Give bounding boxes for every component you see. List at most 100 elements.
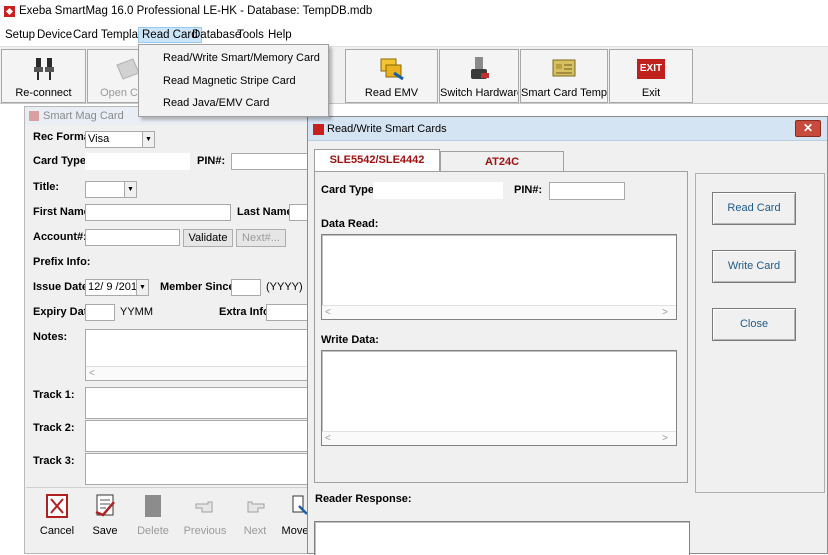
- notes-label: Notes:: [33, 331, 68, 343]
- cancel-button[interactable]: Cancel: [34, 492, 80, 540]
- notes-scrollbar[interactable]: <: [86, 366, 316, 380]
- rec-format-value: Visa: [88, 133, 110, 145]
- toolbar: Re-connect Open Card Read EMV Switch Har…: [0, 46, 828, 104]
- reconnect-button[interactable]: Re-connect: [1, 49, 86, 103]
- write-data-scrollbar[interactable]: < >: [322, 431, 676, 445]
- rec-format-select[interactable]: Visa ▼: [85, 131, 155, 148]
- track1-label: Track 1:: [33, 389, 75, 401]
- save-icon: [95, 494, 115, 517]
- track3-input[interactable]: [85, 453, 317, 485]
- menu-read-write-smart-card[interactable]: Read/Write Smart/Memory Card: [163, 49, 320, 67]
- reconnect-label: Re-connect: [15, 87, 72, 99]
- write-card-button[interactable]: Write Card: [712, 250, 796, 283]
- cancel-icon: [46, 494, 68, 518]
- issue-date-picker[interactable]: 12/ 9 /2015 ▼: [85, 279, 149, 296]
- card-type-field: [85, 153, 190, 170]
- switch-hardware-button[interactable]: Switch Hardware: [439, 49, 519, 103]
- save-button[interactable]: Save: [82, 492, 128, 540]
- member-since-hint: (YYYY): [266, 281, 303, 293]
- track3-label: Track 3:: [33, 455, 75, 467]
- write-data-label: Write Data:: [321, 334, 379, 346]
- scroll-left-icon[interactable]: <: [89, 367, 95, 380]
- card-type-label: Card Type:: [321, 184, 378, 196]
- hand-right-icon: [247, 501, 265, 513]
- pin-input[interactable]: [549, 182, 625, 200]
- record-actions-bar: Cancel Save Delete Previous Next Move: [26, 487, 314, 553]
- validate-button[interactable]: Validate: [183, 229, 233, 247]
- menu-setup[interactable]: Setup: [2, 27, 38, 43]
- reader-response-label: Reader Response:: [315, 493, 412, 505]
- tab-at24c[interactable]: AT24C: [440, 151, 564, 172]
- member-since-input[interactable]: [231, 279, 261, 296]
- pin-label: PIN#:: [197, 155, 226, 167]
- expiry-date-input[interactable]: [85, 304, 115, 321]
- data-read-label: Data Read:: [321, 218, 379, 230]
- window-title: Exeba SmartMag 16.0 Professional LE-HK -…: [19, 5, 373, 17]
- chevron-down-icon[interactable]: ▼: [124, 182, 136, 197]
- title-select[interactable]: ▼: [85, 181, 137, 198]
- plug-icon: [33, 58, 54, 80]
- track2-label: Track 2:: [33, 422, 75, 434]
- reader-response-textarea[interactable]: [314, 521, 690, 555]
- menu-device[interactable]: Device: [34, 27, 75, 43]
- title-label: Title:: [33, 181, 60, 193]
- menu-tools[interactable]: Tools: [234, 27, 267, 43]
- delete-icon: [145, 495, 161, 517]
- hand-left-icon: [195, 501, 213, 513]
- card-type-field: [373, 182, 503, 199]
- next-number-button[interactable]: Next#...: [236, 229, 286, 247]
- previous-label: Previous: [183, 525, 227, 537]
- next-record-button[interactable]: Next: [232, 492, 278, 540]
- calendar-dropdown-icon[interactable]: ▼: [136, 280, 148, 295]
- close-icon[interactable]: ✕: [795, 120, 821, 137]
- menu-read-magnetic-stripe-card[interactable]: Read Magnetic Stripe Card: [163, 72, 296, 90]
- title-bar: Exeba SmartMag 16.0 Professional LE-HK -…: [0, 0, 828, 26]
- data-read-textarea[interactable]: < >: [321, 234, 677, 320]
- read-emv-button[interactable]: Read EMV: [345, 49, 438, 103]
- smart-mag-card-window: Smart Mag Card Rec Format: Visa ▼ Card T…: [24, 106, 321, 554]
- issue-date-label: Issue Date:: [33, 281, 92, 293]
- account-label: Account#:: [33, 231, 87, 243]
- scroll-left-icon[interactable]: <: [325, 432, 331, 445]
- write-data-textarea[interactable]: < >: [321, 350, 677, 446]
- action-button-panel: Read Card Write Card Close: [695, 173, 825, 493]
- card-type-label: Card Type:: [33, 155, 90, 167]
- scroll-right-icon[interactable]: >: [662, 432, 668, 445]
- expiry-hint: YYMM: [120, 306, 153, 318]
- exit-button[interactable]: EXIT Exit: [609, 49, 693, 103]
- menu-read-java-emv-card[interactable]: Read Java/EMV Card: [163, 94, 269, 112]
- track2-input[interactable]: [85, 420, 317, 452]
- tab-sle5542[interactable]: SLE5542/SLE4442: [314, 149, 440, 172]
- smart-card-template-icon: [552, 59, 576, 77]
- dialog-title: Read/Write Smart Cards: [327, 123, 447, 135]
- read-write-smart-cards-dialog: Read/Write Smart Cards ✕ SLE5542/SLE4442…: [307, 116, 828, 555]
- open-card-icon: [116, 58, 140, 80]
- member-since-label: Member Since:: [160, 281, 239, 293]
- account-input[interactable]: [85, 229, 180, 246]
- read-emv-icon: [380, 58, 404, 81]
- chevron-down-icon[interactable]: ▼: [142, 132, 154, 147]
- read-card-button[interactable]: Read Card: [712, 192, 796, 225]
- scroll-left-icon[interactable]: <: [325, 306, 331, 319]
- window-icon: [29, 111, 39, 121]
- smart-card-template-label: Smart Card Template: [521, 87, 607, 99]
- last-name-label: Last Name:: [237, 206, 297, 218]
- first-name-input[interactable]: [85, 204, 231, 221]
- data-read-scrollbar[interactable]: < >: [322, 305, 676, 319]
- dialog-titlebar: Read/Write Smart Cards ✕: [308, 117, 827, 141]
- smart-card-template-button[interactable]: Smart Card Template: [520, 49, 608, 103]
- previous-button[interactable]: Previous: [182, 492, 228, 540]
- notes-textarea[interactable]: <: [85, 329, 317, 381]
- smart-mag-card-title: Smart Mag Card: [43, 110, 124, 122]
- pin-label: PIN#:: [514, 184, 543, 196]
- delete-label: Delete: [137, 525, 169, 537]
- track1-input[interactable]: [85, 387, 317, 419]
- app-logo-icon: [4, 6, 15, 17]
- prefix-info-label: Prefix Info:: [33, 256, 91, 268]
- close-button[interactable]: Close: [712, 308, 796, 341]
- delete-button[interactable]: Delete: [130, 492, 176, 540]
- menu-help[interactable]: Help: [265, 27, 295, 43]
- issue-date-value: 12/ 9 /2015: [88, 281, 144, 293]
- scroll-right-icon[interactable]: >: [662, 306, 668, 319]
- exit-label: Exit: [641, 87, 661, 99]
